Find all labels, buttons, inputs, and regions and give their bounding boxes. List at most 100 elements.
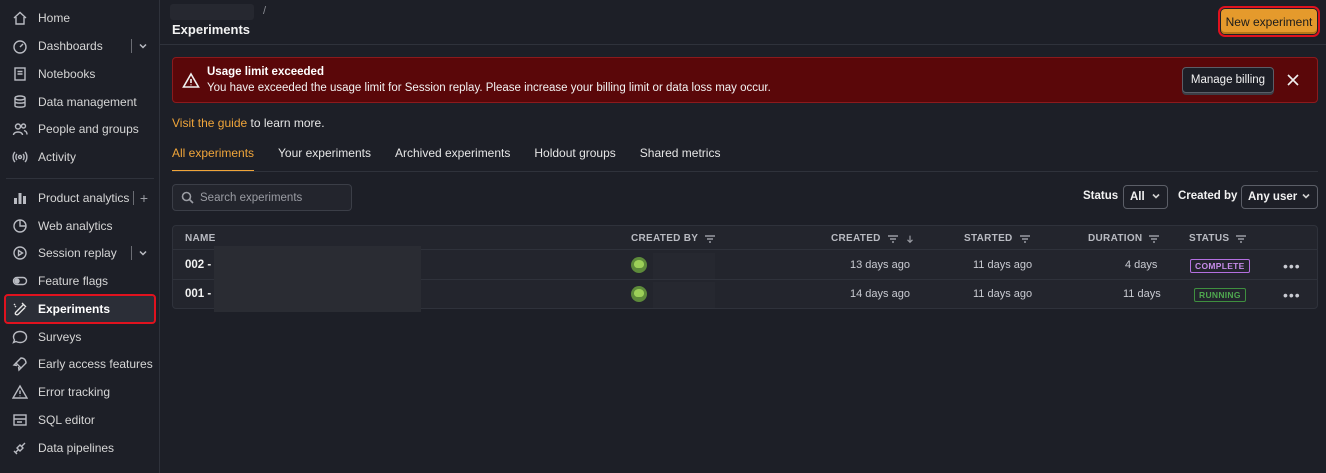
sort-icon bbox=[1236, 234, 1247, 243]
sidebar-item-notebooks[interactable]: Notebooks bbox=[6, 61, 154, 87]
sidebar-item-sql-editor[interactable]: SQL editor bbox=[6, 407, 154, 433]
sidebar-item-experiments[interactable]: Experiments bbox=[4, 294, 156, 324]
sidebar-item-error-tracking[interactable]: Error tracking bbox=[6, 379, 154, 405]
sort-icon bbox=[887, 234, 898, 243]
close-icon[interactable] bbox=[1285, 72, 1301, 88]
created-by-select[interactable]: Any user bbox=[1241, 185, 1318, 209]
chevron-down-icon bbox=[139, 43, 147, 49]
created-by-filter-label: Created by bbox=[1178, 190, 1238, 202]
tab-all-experiments[interactable]: All experiments bbox=[172, 146, 255, 172]
page-title: Experiments bbox=[172, 22, 251, 37]
sidebar-item-label: Data management bbox=[38, 95, 137, 109]
rocket-icon bbox=[10, 356, 30, 372]
warning-icon bbox=[182, 72, 200, 90]
status-select-value: All bbox=[1130, 191, 1145, 203]
experiment-name[interactable]: 002 - bbox=[185, 259, 211, 271]
session-replay-expand[interactable] bbox=[131, 246, 148, 260]
status-filter-label: Status bbox=[1083, 190, 1119, 202]
manage-billing-button[interactable]: Manage billing bbox=[1182, 67, 1274, 93]
column-status[interactable]: STATUS bbox=[1189, 233, 1247, 244]
plus-icon: + bbox=[139, 190, 148, 206]
sidebar-item-label: Web analytics bbox=[38, 219, 113, 233]
column-created-by[interactable]: CREATED BY bbox=[631, 233, 716, 244]
more-icon[interactable]: ••• bbox=[1283, 258, 1301, 274]
sidebar-item-activity[interactable]: Activity bbox=[6, 144, 154, 170]
duration: 11 days bbox=[1123, 288, 1161, 300]
sidebar-item-label: Product analytics bbox=[38, 191, 130, 205]
tab-shared-metrics[interactable]: Shared metrics bbox=[640, 146, 721, 172]
play-icon bbox=[10, 245, 30, 261]
status-badge: COMPLETE bbox=[1190, 259, 1250, 273]
sidebar: Home Dashboards Notebooks Data managemen… bbox=[0, 0, 160, 473]
sidebar-item-label: Notebooks bbox=[38, 67, 96, 81]
tab-holdout-groups[interactable]: Holdout groups bbox=[534, 146, 615, 172]
new-experiment-button[interactable]: New experiment bbox=[1218, 6, 1320, 37]
sidebar-item-product-analytics[interactable]: Product analytics + bbox=[6, 185, 154, 211]
sidebar-item-feature-flags[interactable]: Feature flags bbox=[6, 268, 154, 294]
chevron-down-icon bbox=[1301, 191, 1311, 201]
sort-icon bbox=[705, 234, 716, 243]
sidebar-item-data-management[interactable]: Data management bbox=[6, 89, 154, 115]
sidebar-item-dashboards[interactable]: Dashboards bbox=[6, 33, 154, 59]
notebook-icon bbox=[10, 66, 30, 82]
sidebar-item-label: Error tracking bbox=[38, 385, 111, 399]
experiment-name-redacted bbox=[214, 246, 421, 312]
started-date: 11 days ago bbox=[973, 288, 1033, 300]
home-icon bbox=[10, 10, 30, 26]
dashboard-icon bbox=[10, 38, 30, 54]
column-started[interactable]: STARTED bbox=[964, 233, 1031, 244]
sidebar-item-early-access[interactable]: Early access features bbox=[6, 351, 154, 377]
sidebar-item-label: Experiments bbox=[38, 302, 111, 316]
column-duration[interactable]: DURATION bbox=[1088, 233, 1160, 244]
activity-icon bbox=[10, 149, 30, 165]
people-icon bbox=[10, 121, 30, 137]
usage-alert: Usage limit exceeded You have exceeded t… bbox=[172, 57, 1318, 103]
sidebar-item-people[interactable]: People and groups bbox=[6, 116, 154, 142]
sidebar-item-surveys[interactable]: Surveys bbox=[6, 324, 154, 350]
search-box[interactable] bbox=[172, 184, 352, 211]
breadcrumb-redacted[interactable] bbox=[170, 4, 254, 20]
sidebar-item-label: Home bbox=[38, 11, 71, 25]
guide-text: Visit the guide to learn more. bbox=[172, 116, 325, 130]
tabs-divider bbox=[172, 171, 1318, 172]
status-select[interactable]: All bbox=[1123, 185, 1168, 209]
experiment-name[interactable]: 001 - bbox=[185, 288, 211, 300]
created-by-select-value: Any user bbox=[1248, 191, 1298, 203]
sidebar-item-label: Early access features bbox=[38, 357, 153, 371]
sort-icon bbox=[1149, 234, 1160, 243]
search-input[interactable] bbox=[200, 191, 340, 204]
sidebar-item-label: Feature flags bbox=[38, 274, 109, 288]
alert-text: You have exceeded the usage limit for Se… bbox=[207, 82, 771, 94]
chat-icon bbox=[10, 329, 30, 345]
column-name[interactable]: NAME bbox=[185, 233, 216, 244]
creator-redacted bbox=[653, 253, 715, 279]
sidebar-item-label: Surveys bbox=[38, 330, 82, 344]
dashboards-expand[interactable] bbox=[131, 39, 148, 53]
pipeline-icon bbox=[10, 440, 30, 456]
creator-redacted bbox=[653, 282, 715, 308]
product-analytics-add[interactable]: + bbox=[132, 190, 148, 206]
sidebar-item-label: Session replay bbox=[38, 246, 117, 260]
sidebar-item-home[interactable]: Home bbox=[6, 5, 154, 31]
toggle-icon bbox=[10, 273, 30, 289]
breadcrumb-separator: / bbox=[263, 5, 267, 17]
guide-link[interactable]: Visit the guide bbox=[172, 116, 247, 130]
column-created[interactable]: CREATED bbox=[831, 233, 915, 244]
sidebar-item-label: Dashboards bbox=[38, 39, 103, 53]
duration: 4 days bbox=[1125, 259, 1158, 271]
created-date: 14 days ago bbox=[850, 288, 910, 300]
sidebar-item-label: Data pipelines bbox=[38, 441, 115, 455]
tab-your-experiments[interactable]: Your experiments bbox=[278, 146, 371, 172]
sidebar-item-label: SQL editor bbox=[38, 413, 95, 427]
more-icon[interactable]: ••• bbox=[1283, 287, 1301, 303]
avatar bbox=[631, 286, 647, 302]
sidebar-item-session-replay[interactable]: Session replay bbox=[6, 240, 154, 266]
pie-chart-icon bbox=[10, 218, 30, 234]
flask-icon bbox=[10, 301, 30, 317]
sidebar-item-data-pipelines[interactable]: Data pipelines bbox=[6, 435, 154, 461]
created-date: 13 days ago bbox=[850, 259, 910, 271]
sql-icon bbox=[10, 412, 30, 428]
sidebar-divider bbox=[6, 178, 154, 179]
sidebar-item-web-analytics[interactable]: Web analytics bbox=[6, 213, 154, 239]
tab-archived-experiments[interactable]: Archived experiments bbox=[395, 146, 510, 172]
